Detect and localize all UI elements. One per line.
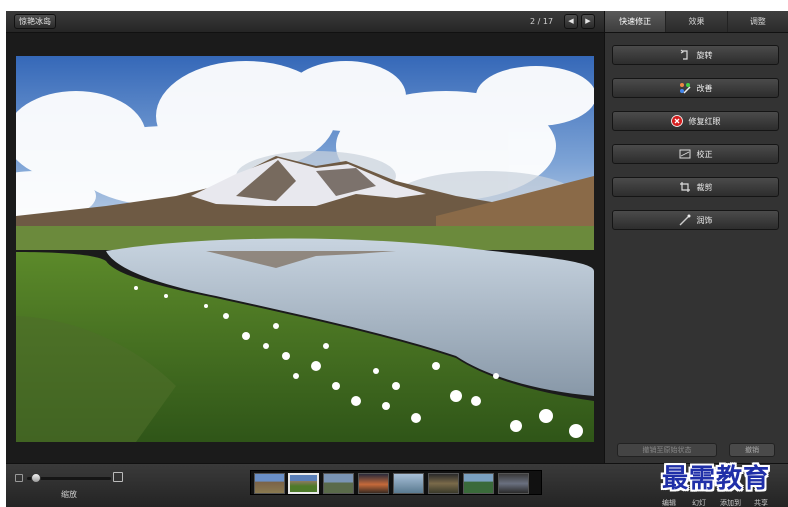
retouch-button[interactable]: 润饰: [612, 210, 779, 230]
tab-effects[interactable]: 效果: [666, 11, 728, 32]
image-viewer: 惊艳冰岛 2 / 17 ◀ ▶: [6, 11, 604, 463]
main-photo[interactable]: [16, 56, 594, 442]
straighten-label: 校正: [696, 149, 713, 159]
arrow-right-icon: ▶: [585, 17, 591, 25]
enhance-label: 改善: [696, 83, 713, 93]
rotate-icon: [680, 49, 688, 60]
straighten-icon: [679, 149, 690, 159]
red-eye-icon: [670, 115, 683, 127]
zoom-label: 缩放: [61, 490, 77, 499]
share-label[interactable]: 共享: [754, 498, 768, 507]
zoom-out-icon[interactable]: [15, 474, 23, 482]
thumbnail[interactable]: [254, 473, 285, 494]
thumbnail[interactable]: [358, 473, 389, 494]
thumbnail[interactable]: [498, 473, 529, 494]
tab-adjust[interactable]: 调整: [728, 11, 788, 32]
straighten-button[interactable]: 校正: [612, 144, 779, 164]
arrow-left-icon: ◀: [568, 17, 574, 25]
undo-button[interactable]: 撤销: [729, 443, 775, 457]
zoom-slider-thumb[interactable]: [30, 473, 41, 483]
thumbnail[interactable]: [428, 473, 459, 494]
tab-quick-fix[interactable]: 快速修正: [605, 11, 667, 32]
add-to-label[interactable]: 添加到: [720, 498, 741, 507]
rotate-label: 旋转: [696, 50, 713, 60]
retouch-label: 润饰: [696, 215, 713, 225]
thumbnail[interactable]: [463, 473, 494, 494]
crop-label: 裁剪: [696, 182, 713, 192]
retouch-icon: [679, 214, 690, 226]
red-eye-label: 修复红眼: [688, 116, 721, 126]
thumbnail[interactable]: [393, 473, 424, 494]
photo-counter: 2 / 17: [530, 17, 554, 26]
previous-photo-button[interactable]: ◀: [564, 14, 578, 29]
next-photo-button[interactable]: ▶: [581, 14, 595, 29]
panel-tabs: 快速修正 效果 调整: [605, 11, 788, 33]
rotate-button[interactable]: 旋转: [612, 45, 779, 65]
zoom-in-icon[interactable]: [113, 472, 123, 482]
edit-panel: 快速修正 效果 调整 旋转 改善 修复红眼 校正 裁剪 润饰 撤销至原始状态 撤…: [604, 11, 788, 463]
crop-icon: [679, 182, 690, 192]
viewer-toolbar: 惊艳冰岛 2 / 17 ◀ ▶: [6, 11, 604, 33]
enhance-button[interactable]: 改善: [612, 78, 779, 98]
edit-label[interactable]: 编辑: [662, 498, 676, 507]
photo-editor-window: 惊艳冰岛 2 / 17 ◀ ▶ 快速修正 效果 调整 旋转 改善 修复红眼 校正…: [6, 11, 788, 507]
thumbnail[interactable]: [323, 473, 354, 494]
thumbnail-selected[interactable]: [288, 473, 319, 494]
red-eye-button[interactable]: 修复红眼: [612, 111, 779, 131]
landscape-photo-illustration: [16, 56, 594, 442]
slideshow-label[interactable]: 幻灯: [692, 498, 706, 507]
watermark-logo: 最需教育: [662, 464, 771, 494]
crop-button[interactable]: 裁剪: [612, 177, 779, 197]
filmstrip: [250, 470, 542, 495]
revert-to-original-button[interactable]: 撤销至原始状态: [617, 443, 717, 457]
enhance-icon: [679, 83, 691, 94]
back-to-album-button[interactable]: 惊艳冰岛: [14, 14, 56, 29]
